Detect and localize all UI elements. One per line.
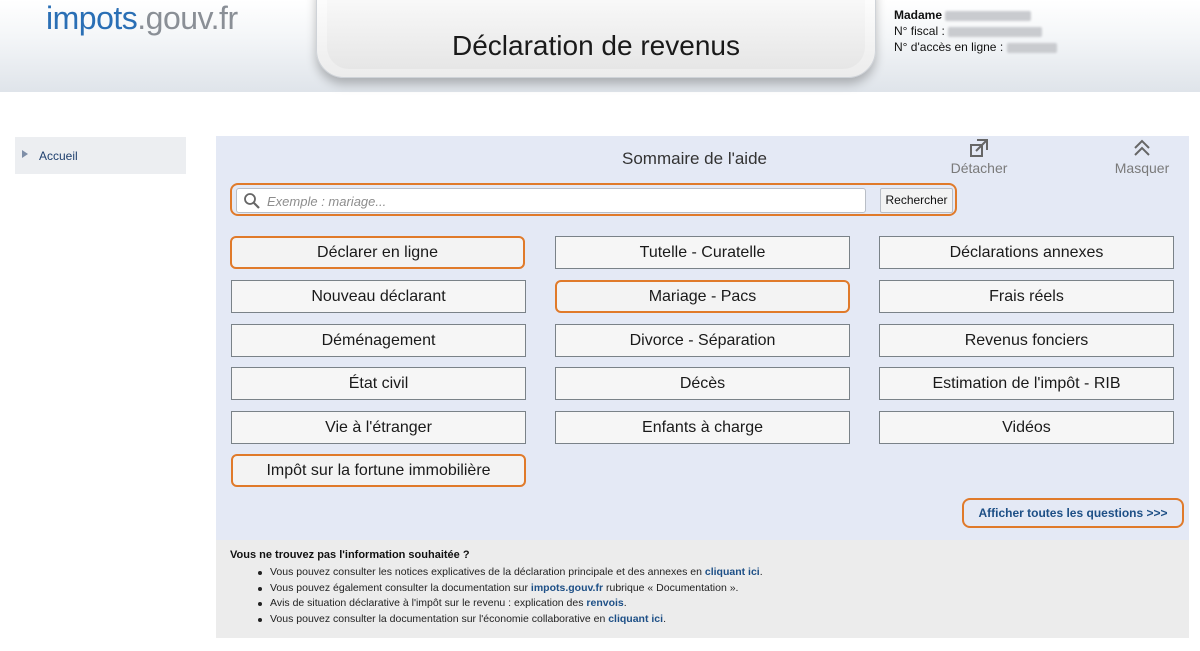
search-input[interactable]: Exemple : mariage... xyxy=(236,188,866,213)
help-summary-panel: Sommaire de l'aide Détacher Masquer Exem… xyxy=(216,136,1189,540)
info-text: Avis de situation déclarative à l'impôt … xyxy=(270,597,587,609)
topic-enfants-a-charge[interactable]: Enfants à charge xyxy=(555,411,850,444)
topic-videos[interactable]: Vidéos xyxy=(879,411,1174,444)
info-question: Vous ne trouvez pas l'information souhai… xyxy=(230,549,470,561)
topic-declarations-annexes[interactable]: Déclarations annexes xyxy=(879,236,1174,269)
info-text: Vous pouvez consulter les notices explic… xyxy=(270,566,705,578)
topic-frais-reels[interactable]: Frais réels xyxy=(879,280,1174,313)
topic-divorce-separation[interactable]: Divorce - Séparation xyxy=(555,324,850,357)
topic-impot-fortune-immobiliere[interactable]: Impôt sur la fortune immobilière xyxy=(231,454,526,487)
sidebar-item-accueil[interactable]: Accueil xyxy=(15,137,186,174)
help-panel-title: Sommaire de l'aide xyxy=(622,149,767,168)
detach-label: Détacher xyxy=(950,160,1008,176)
help-info-box: Vous ne trouvez pas l'information souhai… xyxy=(216,540,1189,638)
access-number-label: N° d'accès en ligne : xyxy=(894,40,1004,54)
show-all-questions-link[interactable]: Afficher toutes les questions >>> xyxy=(962,498,1184,528)
hide-label: Masquer xyxy=(1114,160,1170,176)
info-list: Vous pouvez consulter les notices explic… xyxy=(258,565,763,627)
double-chevron-up-icon xyxy=(1133,139,1151,157)
topic-vie-a-l-etranger[interactable]: Vie à l'étranger xyxy=(231,411,526,444)
user-name-redacted xyxy=(945,10,1032,21)
renvois-link[interactable]: renvois xyxy=(586,597,623,609)
topic-deces[interactable]: Décès xyxy=(555,367,850,400)
list-item: Vous pouvez également consulter la docum… xyxy=(258,581,763,597)
site-logo[interactable]: impots.gouv.fr xyxy=(46,0,238,36)
page-title: Déclaration de revenus xyxy=(452,30,740,61)
user-title: Madame xyxy=(894,8,943,22)
info-text: Vous pouvez consulter la documentation s… xyxy=(270,612,609,625)
search-placeholder: Exemple : mariage... xyxy=(267,194,387,209)
search-icon xyxy=(243,192,261,210)
logo-part-2: .gouv.fr xyxy=(137,0,238,36)
topic-revenus-fonciers[interactable]: Revenus fonciers xyxy=(879,324,1174,357)
info-text: Vous pouvez également consulter la docum… xyxy=(270,581,531,594)
external-window-icon xyxy=(970,139,988,157)
notices-link[interactable]: cliquant ici xyxy=(705,566,760,578)
list-item: Vous pouvez consulter la documentation s… xyxy=(258,612,763,628)
topic-tutelle-curatelle[interactable]: Tutelle - Curatelle xyxy=(555,236,850,269)
info-text-end: . xyxy=(759,566,763,578)
list-item: Vous pouvez consulter les notices explic… xyxy=(258,565,763,581)
user-info: Madame N° fiscal : N° d'accès en ligne : xyxy=(894,7,1057,55)
economie-collaborative-link[interactable]: cliquant ici xyxy=(608,613,663,625)
impots-gouv-link[interactable]: impots.gouv.fr xyxy=(531,582,603,594)
topic-nouveau-declarant[interactable]: Nouveau déclarant xyxy=(231,280,526,313)
detach-button[interactable]: Détacher xyxy=(948,139,1010,176)
topic-estimation-impot-rib[interactable]: Estimation de l'impôt - RIB xyxy=(879,367,1174,400)
fiscal-number-redacted xyxy=(948,26,1043,37)
fiscal-number-label: N° fiscal : xyxy=(894,24,945,38)
hide-button[interactable]: Masquer xyxy=(1112,139,1172,176)
sidebar-item-label: Accueil xyxy=(39,149,78,163)
triangle-right-icon xyxy=(22,150,28,158)
topic-demenagement[interactable]: Déménagement xyxy=(231,324,526,357)
info-text-end: rubrique « Documentation ». xyxy=(603,581,739,594)
topic-mariage-pacs[interactable]: Mariage - Pacs xyxy=(555,280,850,313)
topic-declarer-en-ligne[interactable]: Déclarer en ligne xyxy=(230,236,525,269)
search-group: Exemple : mariage... Rechercher xyxy=(230,183,957,216)
search-button[interactable]: Rechercher xyxy=(880,188,953,213)
access-number-redacted xyxy=(1006,42,1057,53)
logo-part-1: impots xyxy=(46,0,138,36)
info-text-end: . xyxy=(623,597,627,609)
info-text-end: . xyxy=(663,612,666,625)
list-item: Avis de situation déclarative à l'impôt … xyxy=(258,596,763,612)
topic-etat-civil[interactable]: État civil xyxy=(231,367,526,400)
page-header: impots.gouv.fr Déclaration de revenus Ma… xyxy=(0,0,1200,92)
